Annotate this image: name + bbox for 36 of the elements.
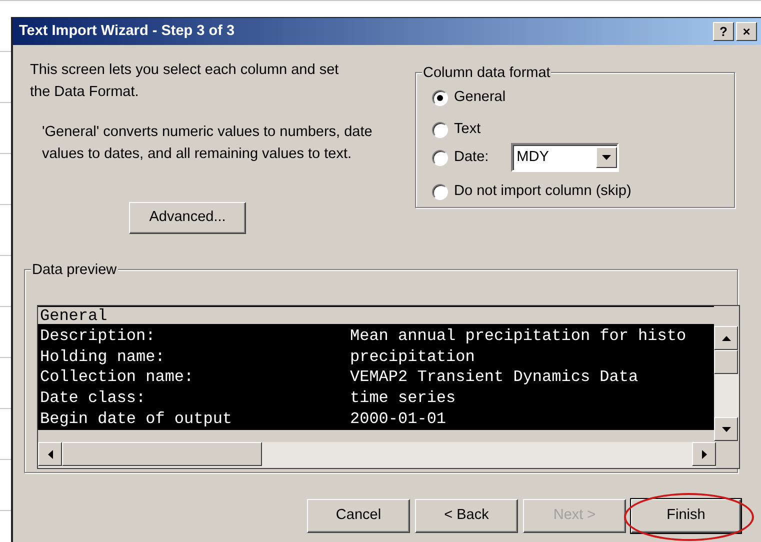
radio-label[interactable]: Text [454,119,481,141]
radio-button[interactable] [432,184,448,200]
scroll-left-icon[interactable] [38,442,62,466]
preview-cell-text: Begin date of output [40,408,234,430]
preview-cell-text: Date class: [40,388,147,409]
preview-cell: VEMAP2 Transient Dynamics Data [350,367,638,388]
date-format-select[interactable]: MDY [510,143,619,172]
intro-text: This screen lets you select each column and set the Data Format. [30,61,340,102]
radio-button[interactable] [432,122,448,138]
format-note-text: 'General' converts numeric values to numbers, date values to dates, and all remaining values to text. [42,123,374,164]
scroll-down-icon[interactable] [714,417,738,441]
radio-button[interactable] [432,90,448,106]
scroll-thumb[interactable] [62,442,262,466]
scroll-thumb[interactable] [714,350,738,374]
window-title: Text Import Wizard - Step 3 of 3 [19,22,236,41]
close-button[interactable]: × [736,22,757,41]
finish-button[interactable]: Finish [631,499,741,533]
preview-cell: 2000-01-01 [350,408,446,430]
cancel-button[interactable]: Cancel [307,499,410,533]
preview-cell: time series [350,388,456,409]
preview-cell-text: Description: [40,326,156,347]
horizontal-scrollbar[interactable] [38,442,716,468]
scroll-right-icon[interactable] [692,442,716,466]
preview-cell-text: Collection name: [40,367,195,388]
scroll-up-icon[interactable] [714,326,738,350]
preview-cell: precipitation [350,346,475,368]
help-button[interactable]: ? [713,22,734,41]
preview-cell: Mean annual precipitation for histo [350,326,686,347]
radio-button[interactable] [432,150,448,166]
preview-cell-text: Holding name: [40,346,166,368]
radio-label[interactable]: Do not import column (skip) [454,181,632,203]
radio-label[interactable]: Date: [454,146,489,168]
advanced-button[interactable]: Advanced... [129,202,246,234]
vertical-scrollbar[interactable] [714,326,739,441]
back-button[interactable]: < Back [415,499,518,533]
radio-label[interactable]: General [454,87,506,109]
